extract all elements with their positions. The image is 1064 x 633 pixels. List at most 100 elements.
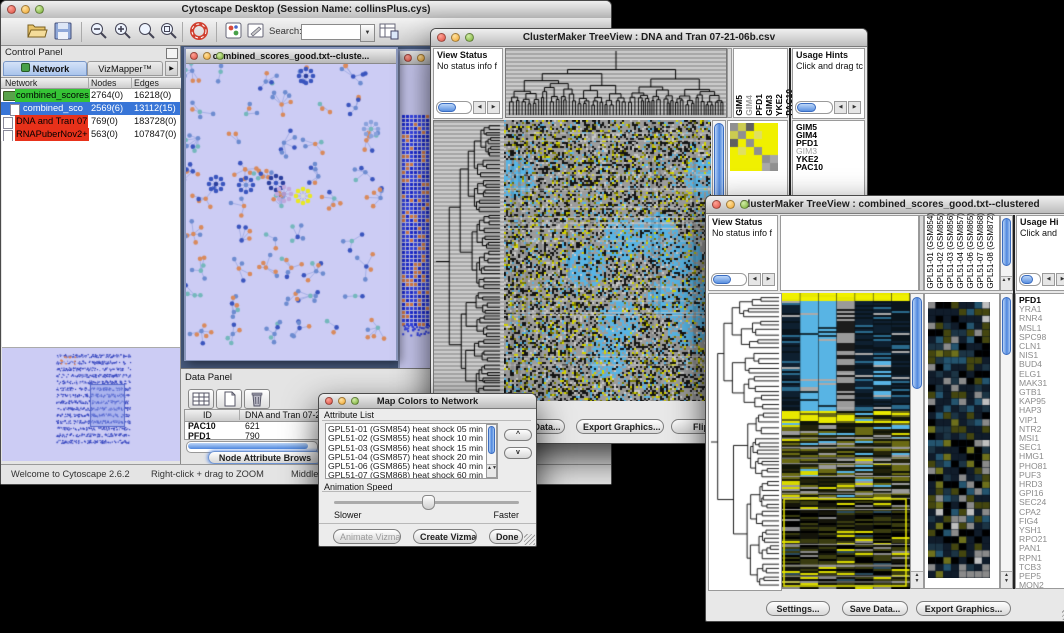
tab-network[interactable]: Network [3,61,87,76]
scroll-right-icon[interactable]: ▶ [762,273,775,286]
zoom-fit-icon[interactable] [159,21,179,46]
close-icon[interactable] [7,5,16,14]
column-dendrogram-panel[interactable] [780,215,919,291]
search-input[interactable] [301,24,361,40]
network-table-row[interactable]: combined_sco 2569(6) 13112(15) [1,102,180,115]
gene-list-vscrollbar[interactable]: ▲▼ [1000,293,1013,589]
mini-matrix-heatmap[interactable] [730,123,778,171]
zoom-window-icon[interactable] [351,397,359,405]
treeview1-button[interactable]: Export Graphics... [576,419,664,434]
view-status-scrollbar[interactable]: ◀▶ [711,273,775,286]
attribute-listbox[interactable]: GPL51-01 (GSM854) heat shock 05 minGPL51… [325,423,498,479]
column-label[interactable]: GPL51-04 (GSM857) [956,213,965,289]
main-title-bar[interactable]: Cytoscape Desktop (Session Name: collins… [1,1,611,19]
treeview1-title-bar[interactable]: ClusterMaker TreeView : DNA and Tran 07-… [431,29,867,47]
attribute-list-item[interactable]: GPL51-07 (GSM868) heat shock 60 min [328,471,497,479]
zoom-window-icon[interactable] [216,52,224,60]
close-icon[interactable] [190,52,198,60]
move-up-button[interactable]: ^ [504,429,532,441]
scroll-right-icon[interactable]: ▶ [1056,273,1064,286]
treeview2-button[interactable]: Settings... [766,601,830,616]
column-label[interactable]: YKE2 [775,94,784,116]
scroll-right-icon[interactable]: ▶ [487,101,500,114]
close-icon[interactable] [712,200,721,209]
minimize-icon[interactable] [417,54,425,62]
view-status-scrollbar[interactable]: ◀▶ [436,101,500,114]
zoom-window-icon[interactable] [35,5,44,14]
minimize-icon[interactable] [338,397,346,405]
minimize-icon[interactable] [21,5,30,14]
speed-slider-thumb[interactable] [422,495,435,510]
gene-label[interactable]: MON2 [1019,581,1064,589]
dialog-button[interactable]: Create Vizmap [413,529,477,544]
search-dropdown-arrow-icon[interactable]: ▼ [360,24,375,42]
row-dendrogram[interactable] [433,120,505,403]
close-icon[interactable] [325,397,333,405]
scroll-left-icon[interactable]: ◀ [748,273,761,286]
column-label[interactable]: GPL51-01 (GSM854) [926,213,935,289]
window-controls[interactable] [190,52,224,60]
dialog-button[interactable]: Animate Vizmap [333,529,401,544]
row-dendrogram[interactable] [708,293,782,591]
heatmap-vscrollbar[interactable]: ▲▼ [910,293,924,589]
attribute-list-vscrollbar[interactable]: ▲▼ [486,424,497,478]
resize-grip[interactable] [524,534,535,545]
scroll-left-icon[interactable]: ◀ [834,101,847,114]
close-icon[interactable] [404,54,412,62]
scroll-left-icon[interactable]: ◀ [1042,273,1055,286]
birdseye-view[interactable] [2,348,180,461]
usage-hints-scrollbar[interactable]: ◀▶ [1019,273,1064,286]
float-panel-icon[interactable] [166,48,178,59]
row-label[interactable]: PAC10 [796,163,864,171]
column-label[interactable]: GIM5 [735,95,744,116]
usage-hints-scrollbar[interactable]: ◀▶ [795,101,861,114]
vizmapper-icon[interactable] [225,21,243,46]
network-table-row[interactable]: DNA and Tran 07 769(0) 183728(0) [1,115,180,128]
zoom-window-icon[interactable] [740,200,749,209]
column-dendrogram[interactable] [505,48,727,118]
zoom-in-icon[interactable] [113,21,133,46]
window-controls[interactable] [325,397,359,405]
window-controls[interactable] [437,33,474,42]
column-label[interactable]: GPL51-06 (GSM865) [966,213,975,289]
tab-vizmapper[interactable]: VizMapper™ [87,61,163,76]
column-labels-vscrollbar[interactable]: ▲▼ [1000,215,1013,291]
column-header-id[interactable]: ID [203,410,212,420]
save-icon[interactable] [53,21,73,46]
minimize-icon[interactable] [203,52,211,60]
heatmap-canvas[interactable] [504,120,711,401]
heatmap-zoom-canvas[interactable] [928,302,990,578]
treeview2-button[interactable]: Save Data... [842,601,908,616]
heatmap-global-canvas[interactable] [782,293,910,589]
table-mode-icon[interactable] [188,389,214,409]
treeview2-title-bar[interactable]: ClusterMaker TreeView : combined_scores_… [706,196,1064,214]
attribute-browser-icon[interactable] [379,21,399,46]
network-canvas[interactable] [186,64,396,360]
treeview2-button[interactable]: Export Graphics... [916,601,1011,616]
zoom-selected-icon[interactable] [137,21,157,46]
dialog-title-bar[interactable]: Map Colors to Network [319,394,536,409]
dialog-button[interactable]: Done [489,529,523,544]
network-table-row[interactable]: RNAPuberNov2+ 563(0) 107847(0) [1,128,180,141]
zoom-window-icon[interactable] [465,33,474,42]
column-label[interactable]: GPL51-08 (GSM872) [986,213,995,289]
column-splitter[interactable] [727,48,732,118]
column-label[interactable]: GPL51-03 (GSM856) [946,213,955,289]
minimize-icon[interactable] [451,33,460,42]
network-table-row[interactable]: combined_scores 2764(0) 16218(0) [1,89,180,102]
help-icon[interactable] [189,21,209,46]
move-down-button[interactable]: v [504,447,532,459]
annotation-icon[interactable] [247,21,265,46]
window-controls[interactable] [7,5,44,14]
window-controls[interactable] [712,200,749,209]
column-label[interactable]: GIM4 [745,95,754,116]
more-tabs-button[interactable]: ▶ [165,61,178,76]
scroll-right-icon[interactable]: ▶ [848,101,861,114]
zoom-out-icon[interactable] [89,21,109,46]
column-label[interactable]: GIM3 [765,95,774,116]
open-network-icon[interactable] [26,21,48,46]
minimize-icon[interactable] [726,200,735,209]
column-label[interactable]: PFD1 [755,94,764,116]
scroll-left-icon[interactable]: ◀ [473,101,486,114]
node-attribute-browser-button[interactable]: Node Attribute Brows [208,451,322,464]
